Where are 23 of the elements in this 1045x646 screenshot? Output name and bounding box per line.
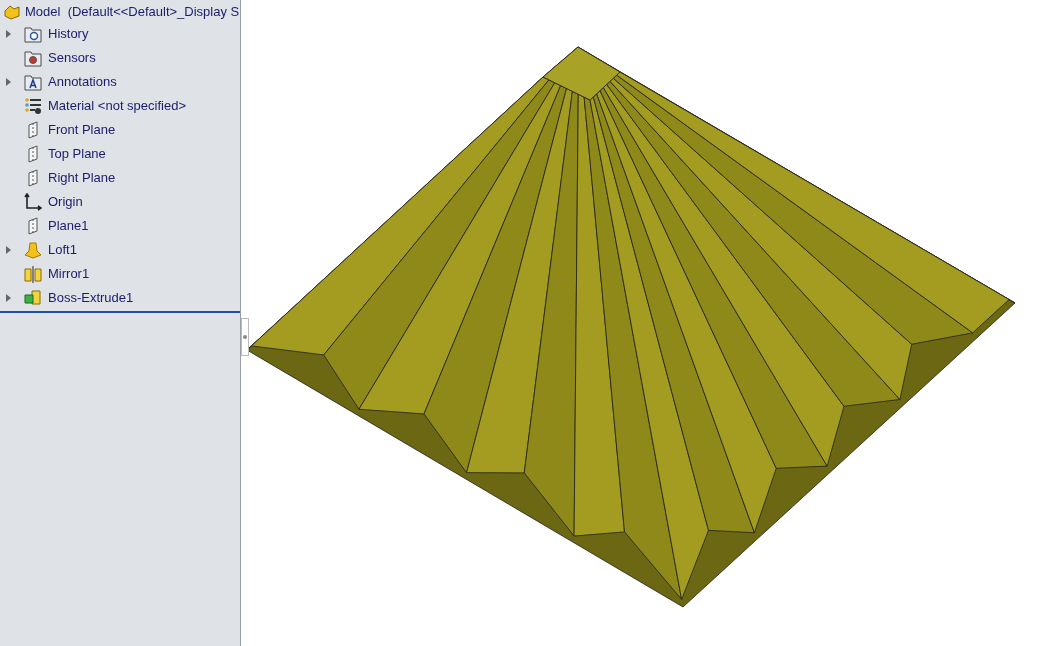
mirror-icon xyxy=(24,265,42,283)
tree-item[interactable]: Sensors xyxy=(48,48,96,68)
tree-item[interactable]: Boss-Extrude1 xyxy=(48,288,134,308)
tree-item[interactable]: Mirror1 xyxy=(48,264,90,284)
tree-item[interactable]: Annotations xyxy=(48,72,117,92)
axes-icon xyxy=(24,193,42,211)
expand-arrow-icon[interactable] xyxy=(6,30,12,38)
tree-item[interactable]: Front Plane xyxy=(48,120,116,140)
folder-letter-icon xyxy=(24,73,42,91)
tree-item[interactable]: Loft1 xyxy=(48,240,77,260)
extrude-icon xyxy=(24,289,42,307)
tree-item[interactable]: Top Plane xyxy=(48,144,106,164)
tree-item[interactable]: Origin xyxy=(48,192,83,212)
expand-arrow-icon[interactable] xyxy=(6,294,12,302)
expand-arrow-icon[interactable] xyxy=(6,78,12,86)
tree-item[interactable]: Plane1 xyxy=(48,216,89,236)
tree-item[interactable]: Material <not specified> xyxy=(48,96,187,116)
tree-item[interactable]: Right Plane xyxy=(48,168,116,188)
tree-item[interactable]: History xyxy=(48,24,89,44)
loft-icon xyxy=(24,241,42,259)
expand-arrow-icon[interactable] xyxy=(6,246,12,254)
panel-splitter-handle[interactable] xyxy=(241,318,249,356)
model-root-label[interactable]: Model (Default<<Default>_Display S xyxy=(25,1,240,22)
